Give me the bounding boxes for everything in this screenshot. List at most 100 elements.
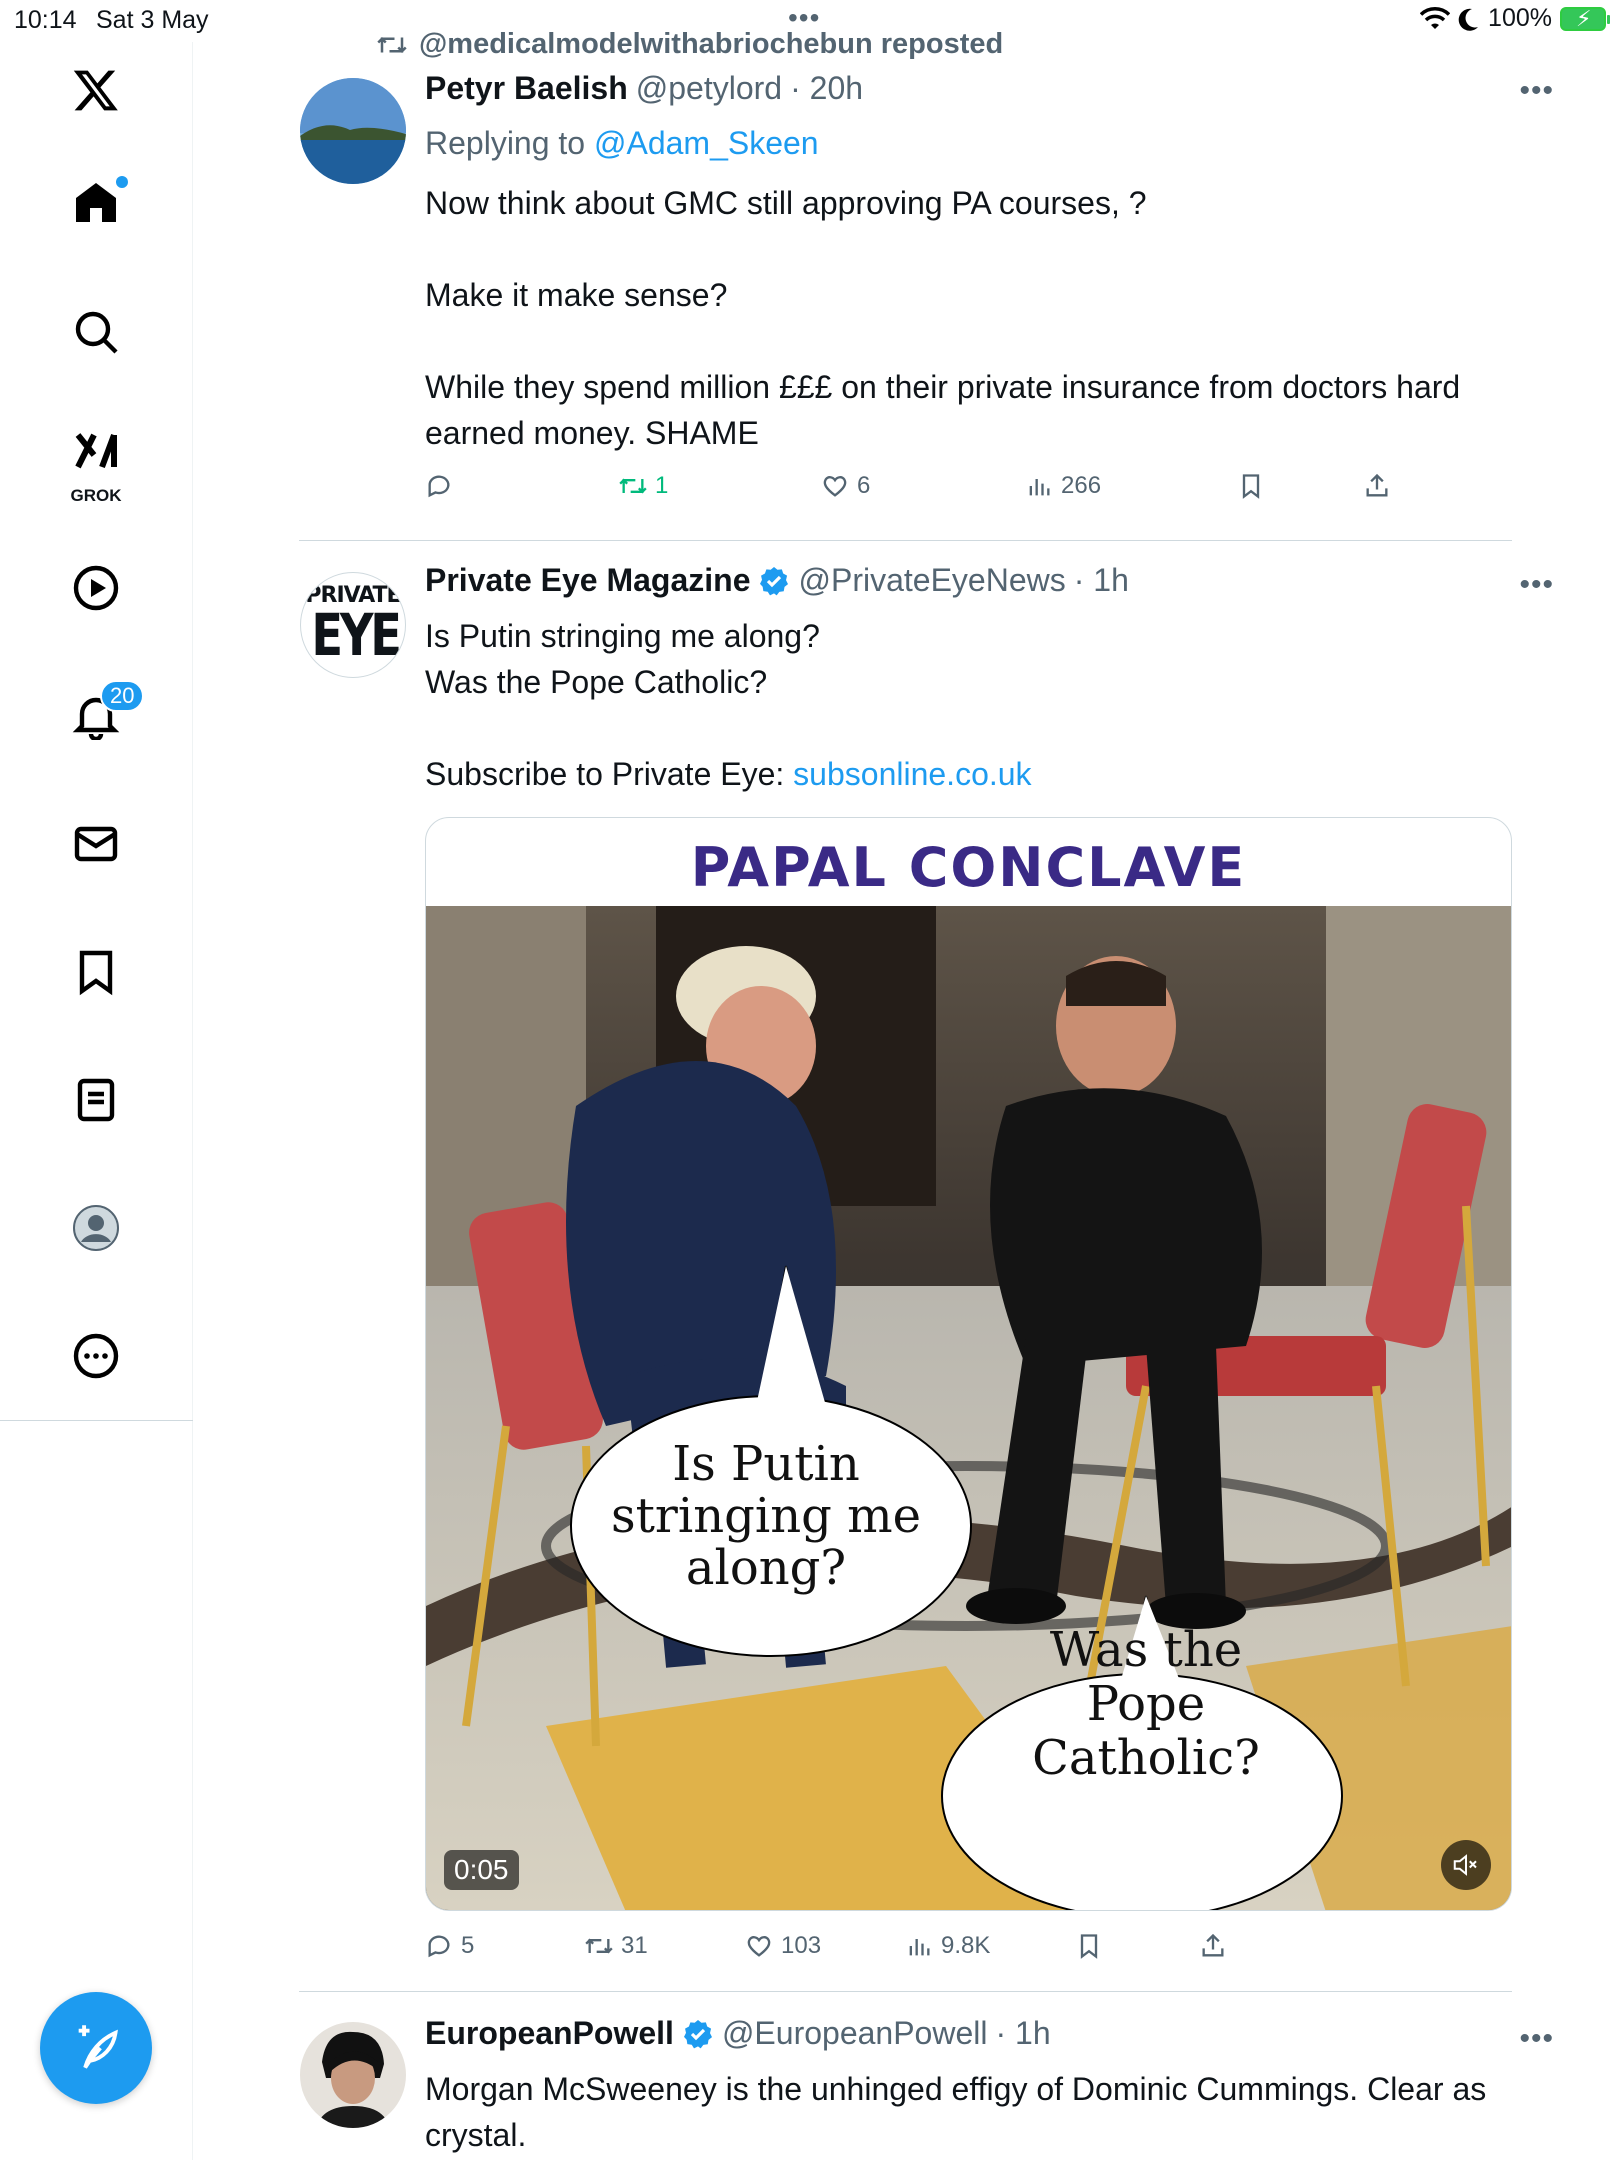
author-handle[interactable]: @EuropeanPowell xyxy=(722,2015,988,2052)
sidebar-divider xyxy=(0,1420,193,1421)
views-chart-icon xyxy=(1029,479,1050,496)
tweet-time[interactable]: · 20h xyxy=(790,70,863,107)
mail-icon xyxy=(74,826,118,862)
status-time: 10:14 xyxy=(14,6,77,34)
nav-profile[interactable] xyxy=(56,1188,136,1268)
nav-lists[interactable] xyxy=(56,1060,136,1140)
bubble-left-line: along? xyxy=(685,1540,847,1596)
tweet-text: Is Putin stringing me along? Was the Pop… xyxy=(425,613,1525,797)
nav-search[interactable] xyxy=(56,292,136,372)
repost-icon xyxy=(377,36,407,53)
tweet-text: Morgan McSweeney is the unhinged effigy … xyxy=(425,2071,1496,2153)
bookmark-icon xyxy=(79,950,113,996)
bubble-right-line: Was the xyxy=(1049,1622,1243,1678)
more-options-icon[interactable]: ••• xyxy=(1519,568,1554,602)
repost-button[interactable]: 1 xyxy=(619,472,668,500)
views-button[interactable]: 266 xyxy=(1025,472,1101,500)
author-handle[interactable]: @petylord xyxy=(636,70,782,107)
views-chart-icon xyxy=(909,1939,930,1956)
compose-button[interactable] xyxy=(40,1992,152,2104)
avatar[interactable]: PRIVATE EYE xyxy=(300,572,406,678)
nav-more[interactable] xyxy=(56,1316,136,1396)
bubble-right-line: Catholic? xyxy=(1032,1730,1260,1786)
replying-to-link[interactable]: @Adam_Skeen xyxy=(594,125,819,161)
share-icon xyxy=(1202,1933,1224,1957)
verified-badge-icon xyxy=(683,2019,712,2048)
repost-count: 31 xyxy=(621,1932,648,1959)
nav-messages[interactable] xyxy=(56,804,136,884)
reply-button[interactable]: 5 xyxy=(425,1932,474,1960)
author-name[interactable]: EuropeanPowell xyxy=(425,2015,674,2052)
profile-avatar-icon xyxy=(73,1205,119,1251)
status-date: Sat 3 May xyxy=(96,6,209,34)
grok-label: GROK xyxy=(70,486,122,505)
tweet-header: Petyr Baelish @petylord · 20h xyxy=(425,70,863,107)
tweet-link[interactable]: subsonline.co.uk xyxy=(793,756,1031,792)
search-icon xyxy=(75,311,118,354)
tweet-text: Now think about GMC still approving PA c… xyxy=(425,185,1461,451)
repost-icon xyxy=(619,478,647,494)
more-options-icon[interactable]: ••• xyxy=(1519,74,1554,108)
nav-grok[interactable]: GROK xyxy=(56,420,136,505)
bookmark-button[interactable] xyxy=(1075,1932,1103,1960)
repost-context[interactable]: @medicalmodelwithabriochebun reposted xyxy=(377,28,1003,61)
nav-bookmarks[interactable] xyxy=(56,932,136,1012)
more-options-icon[interactable]: ••• xyxy=(1519,2022,1554,2056)
like-count: 103 xyxy=(781,1932,822,1959)
reply-count: 5 xyxy=(461,1932,475,1959)
notifications-badge: 20 xyxy=(100,680,145,712)
share-icon xyxy=(1366,473,1388,497)
author-handle[interactable]: @PrivateEyeNews xyxy=(798,562,1065,599)
tweet-time[interactable]: · 1h xyxy=(1074,562,1129,599)
muted-speaker-icon xyxy=(1453,1854,1477,1876)
bubble-left-line: Is Putin xyxy=(672,1436,860,1492)
nav-video[interactable] xyxy=(56,548,136,628)
view-count: 9.8K xyxy=(941,1932,991,1959)
tweet-header: Private Eye Magazine @PrivateEyeNews · 1… xyxy=(425,562,1129,599)
avatar[interactable] xyxy=(300,78,406,184)
grok-icon xyxy=(75,433,117,469)
author-name[interactable]: Private Eye Magazine xyxy=(425,562,750,599)
bookmark-icon xyxy=(1242,474,1260,499)
speech-bubble-right: Was the Pope Catholic? xyxy=(946,1623,1346,1785)
repost-icon xyxy=(585,1938,613,1954)
tweet-time[interactable]: · 1h xyxy=(995,2015,1050,2052)
author-name[interactable]: Petyr Baelish xyxy=(425,70,628,107)
tweet-divider xyxy=(299,540,1512,541)
like-count: 6 xyxy=(857,472,871,499)
repost-context-text: @medicalmodelwithabriochebun reposted xyxy=(419,28,1004,60)
home-icon xyxy=(76,183,116,222)
mute-button[interactable] xyxy=(1441,1840,1491,1890)
reply-button[interactable] xyxy=(425,472,453,500)
like-button[interactable]: 6 xyxy=(821,472,870,500)
x-logo-icon[interactable] xyxy=(56,50,136,130)
reply-icon xyxy=(428,1935,450,1958)
verified-badge-icon xyxy=(760,566,789,595)
video-card[interactable]: PAPAL CONCLAVE Is Putin stringing me alo… xyxy=(425,817,1512,1911)
avatar-text-bottom: EYE xyxy=(311,601,402,669)
video-timer: 0:05 xyxy=(444,1850,519,1890)
views-button[interactable]: 9.8K xyxy=(905,1932,990,1960)
like-button[interactable]: 103 xyxy=(745,1932,821,1960)
heart-icon xyxy=(747,1936,771,1957)
view-count: 266 xyxy=(1061,472,1102,499)
home-unread-dot xyxy=(116,176,128,188)
tweet-actions: 1 6 266 xyxy=(425,472,1425,512)
tweet-divider xyxy=(299,1991,1512,1992)
nav-home[interactable] xyxy=(56,162,136,242)
compose-feather-icon xyxy=(78,2025,118,2069)
bookmark-button[interactable] xyxy=(1237,472,1265,500)
avatar[interactable] xyxy=(300,2022,406,2128)
timeline: @medicalmodelwithabriochebun reposted Pe… xyxy=(193,0,1620,2160)
sidebar: GROK 20 xyxy=(0,42,193,2160)
replying-to: Replying to @Adam_Skeen xyxy=(425,120,1525,166)
more-circle-icon xyxy=(73,1333,119,1379)
share-button[interactable] xyxy=(1363,472,1391,500)
tweet-actions: 5 31 103 9.8K xyxy=(425,1932,1425,1972)
repost-button[interactable]: 31 xyxy=(585,1932,648,1960)
tweet-body: Is Putin stringing me along? Was the Pop… xyxy=(425,618,820,792)
bubble-left-line: stringing me xyxy=(610,1488,922,1544)
nav-notifications[interactable]: 20 xyxy=(56,676,145,756)
share-button[interactable] xyxy=(1199,1932,1227,1960)
list-icon xyxy=(77,1078,115,1122)
